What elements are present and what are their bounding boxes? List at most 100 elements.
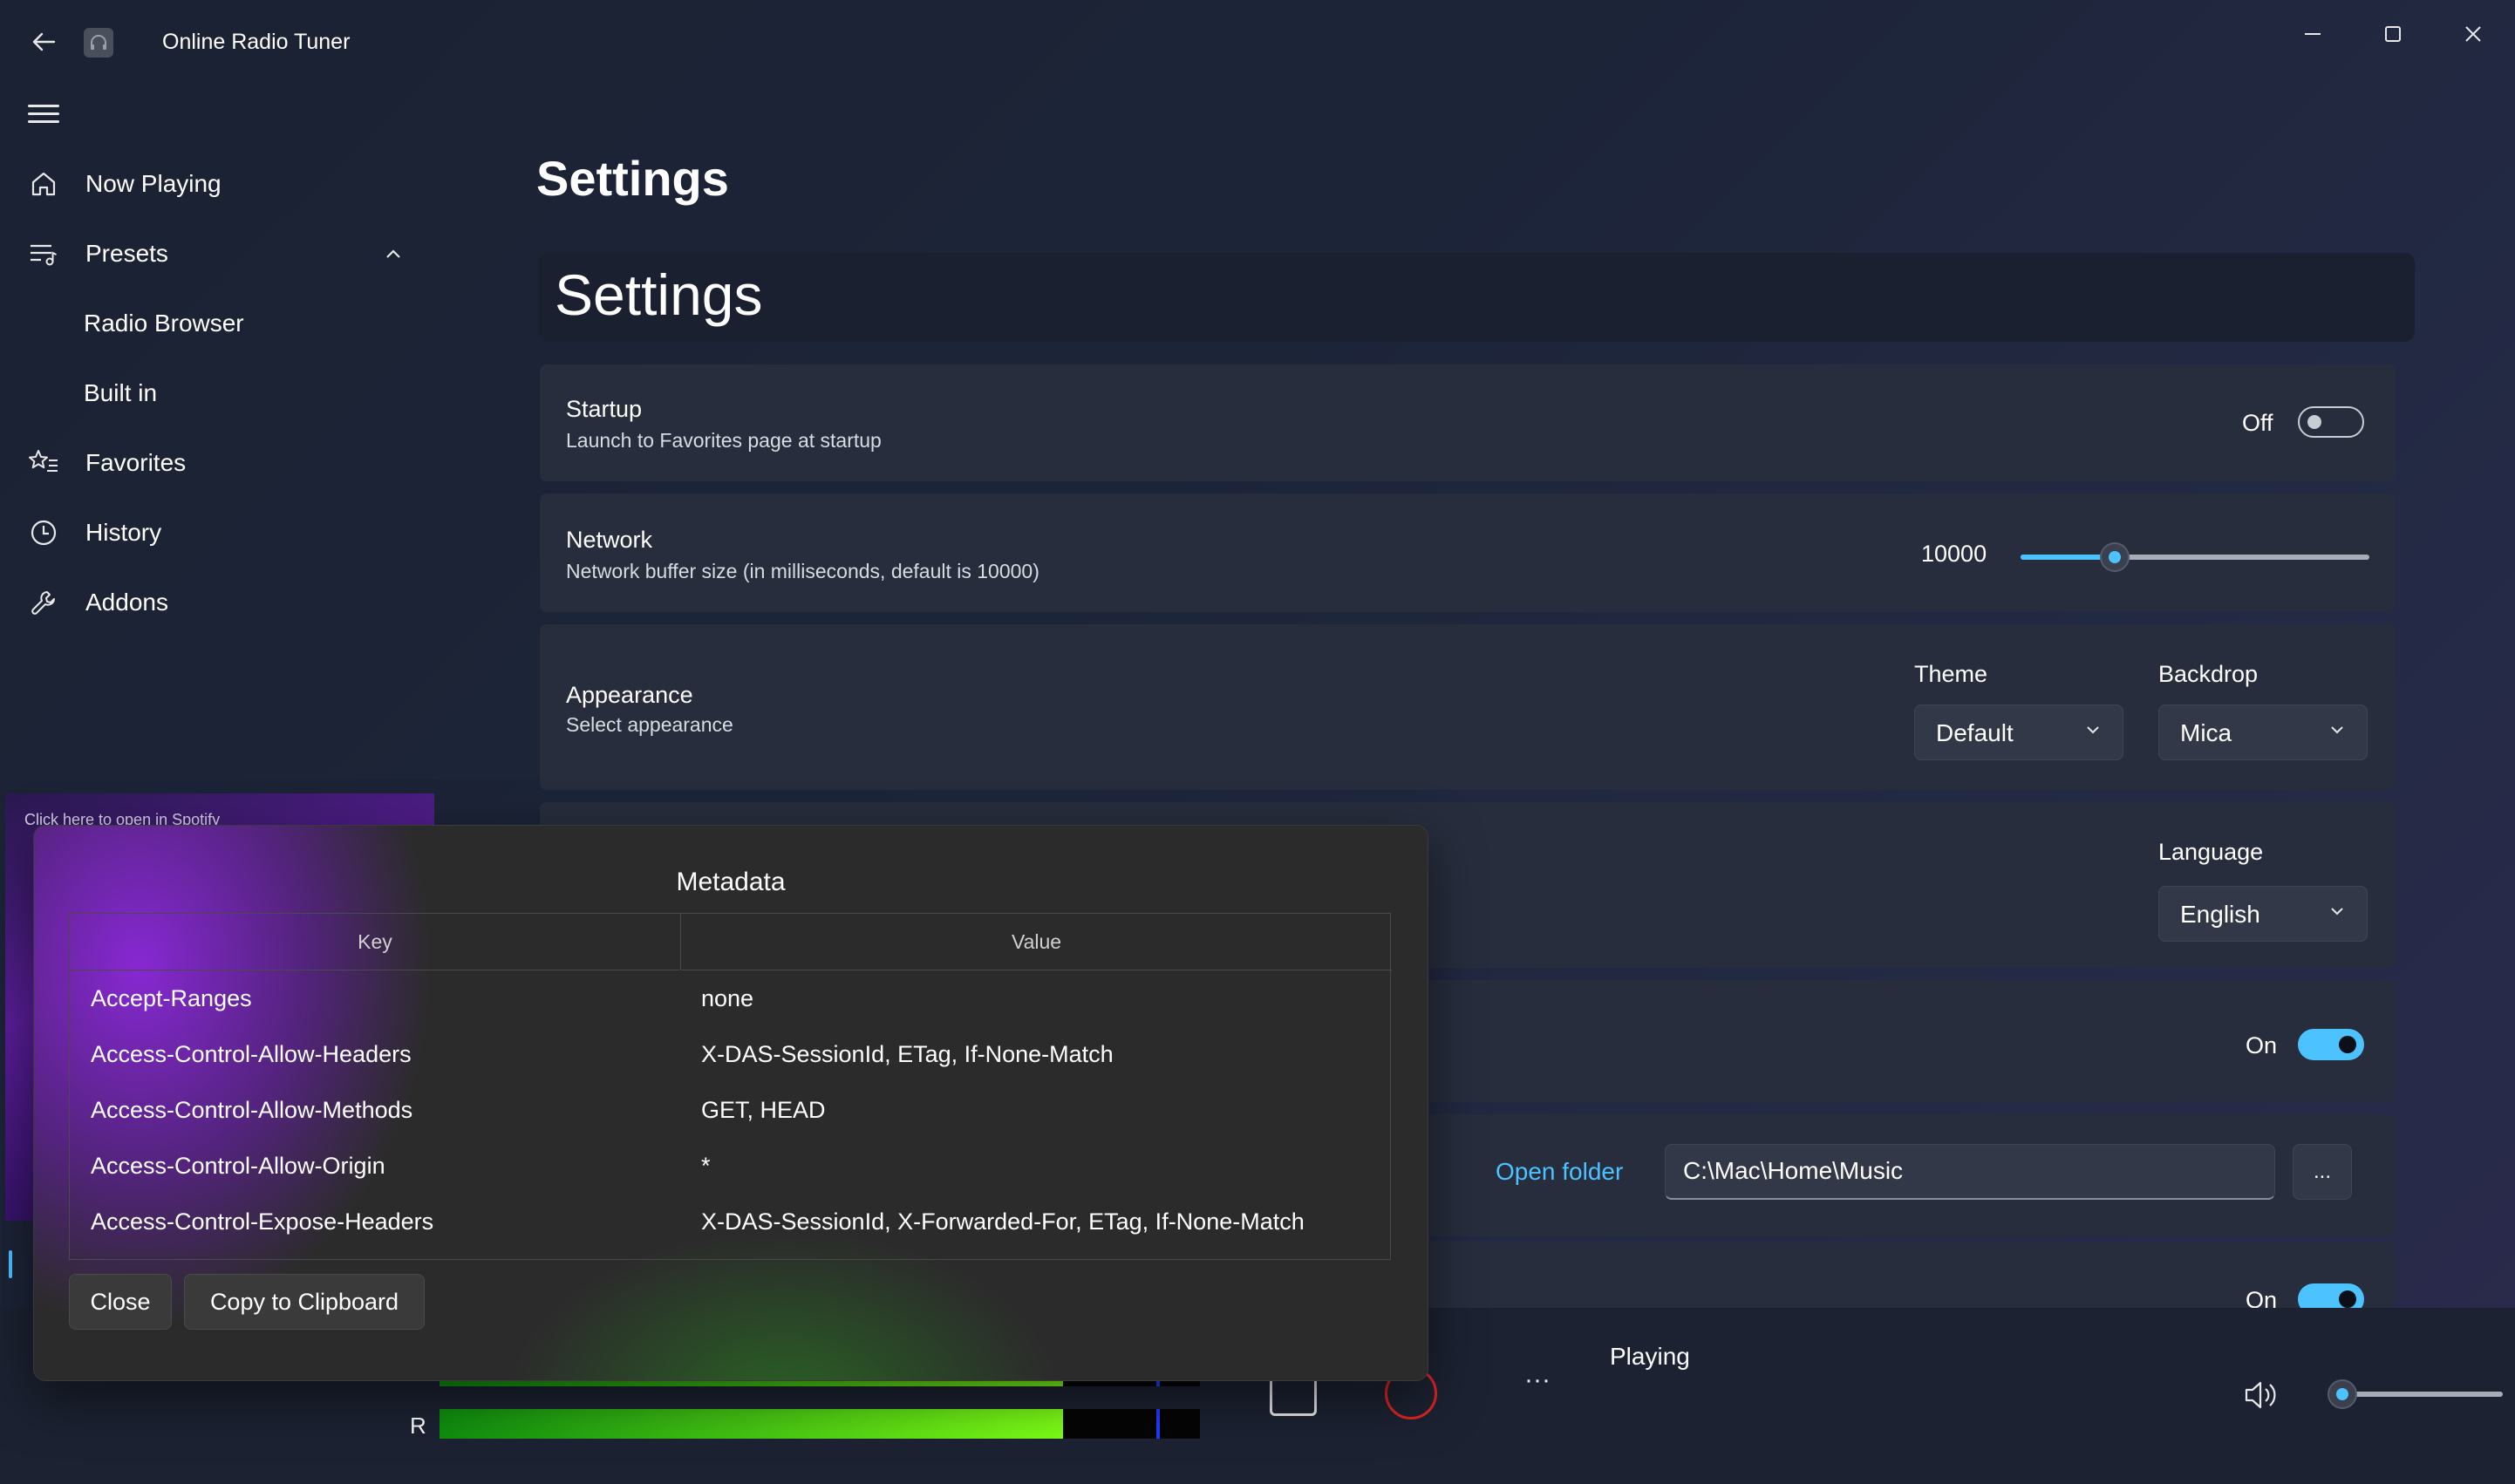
appearance-desc: Select appearance [566, 713, 733, 736]
chevron-down-icon [2087, 726, 2099, 734]
nav-label-history: History [85, 519, 162, 546]
star-list-icon [26, 446, 61, 480]
network-card: Network Network buffer size (in millisec… [540, 494, 2396, 612]
startup-toggle[interactable] [2298, 406, 2364, 438]
chevron-up-icon[interactable] [384, 246, 403, 262]
nav-label-radio-browser: Radio Browser [84, 310, 244, 337]
table-row[interactable]: Access-Control-Allow-Origin * [70, 1137, 1392, 1193]
folder-path-value: C:\Mac\Home\Music [1683, 1157, 1904, 1184]
nav-item-radio-browser[interactable]: Radio Browser [0, 293, 419, 354]
close-icon [2465, 26, 2481, 42]
row-value: X-DAS-SessionId, ETag, If-None-Match [701, 1041, 1114, 1067]
copy-to-clipboard-button[interactable]: Copy to Clipboard [184, 1274, 425, 1330]
back-button[interactable] [24, 23, 63, 61]
chevron-down-icon [2331, 908, 2343, 916]
column-header-value[interactable]: Value [681, 914, 1392, 970]
language-dropdown[interactable]: English [2158, 886, 2368, 942]
nav-item-presets[interactable]: Presets [0, 223, 419, 284]
hamburger-icon [28, 105, 59, 107]
page-title: Settings [536, 151, 729, 206]
metadata-dialog: Metadata Key Value Accept-Ranges none Ac… [33, 825, 1428, 1381]
open-folder-link[interactable]: Open folder [1496, 1158, 1623, 1186]
row-value: none [701, 985, 754, 1011]
app-title: Online Radio Tuner [162, 30, 351, 54]
row-key: Access-Control-Expose-Headers [91, 1208, 434, 1235]
appearance-card: Appearance Select appearance Theme Defau… [540, 624, 2396, 790]
minimize-button[interactable] [2285, 12, 2341, 56]
theme-value: Default [1936, 719, 2014, 746]
column-header-key[interactable]: Key [70, 914, 680, 970]
network-slider-thumb[interactable] [2100, 542, 2130, 572]
close-window-button[interactable] [2445, 12, 2501, 56]
nav-label-now-playing: Now Playing [85, 170, 222, 197]
network-desc: Network buffer size (in milliseconds, de… [566, 560, 1039, 582]
startup-card: Startup Launch to Favorites page at star… [540, 364, 2396, 481]
title-bar [0, 0, 2515, 80]
row-key: Accept-Ranges [91, 985, 252, 1011]
nav-item-now-playing[interactable]: Now Playing [0, 153, 419, 214]
setting-toggle-2[interactable] [2298, 1283, 2364, 1308]
settings-header-card [538, 253, 2415, 342]
row-key: Access-Control-Allow-Origin [91, 1153, 385, 1179]
wrench-icon [26, 585, 61, 620]
meter-right-label: R [410, 1413, 426, 1439]
maximize-button[interactable] [2365, 12, 2421, 56]
browse-folder-button[interactable]: ... [2293, 1144, 2352, 1200]
theme-dropdown[interactable]: Default [1914, 705, 2123, 760]
home-icon [26, 167, 61, 201]
row-value: GET, HEAD [701, 1097, 826, 1123]
chevron-down-icon [2331, 726, 2343, 734]
theme-label: Theme [1914, 661, 1988, 687]
row-key: Access-Control-Allow-Headers [91, 1041, 412, 1067]
clock-icon [26, 515, 61, 550]
settings-header-title: Settings [555, 262, 763, 327]
minimize-icon [2305, 33, 2321, 35]
nav-item-favorites[interactable]: Favorites [0, 432, 419, 494]
nav-item-addons[interactable]: Addons [0, 572, 419, 633]
table-row[interactable]: Access-Control-Expose-Headers X-DAS-Sess… [70, 1193, 1392, 1249]
network-buffer-value: 10000 [1921, 541, 1987, 567]
nav-label-favorites: Favorites [85, 449, 187, 476]
table-row[interactable]: Access-Control-Allow-Methods GET, HEAD [70, 1081, 1392, 1137]
nav-item-built-in[interactable]: Built in [0, 363, 419, 424]
playback-status: Playing [1610, 1343, 1690, 1370]
table-row[interactable]: Accept-Ranges none [70, 970, 1392, 1025]
appearance-title: Appearance [566, 682, 693, 708]
startup-toggle-state: Off [2242, 410, 2273, 436]
close-button[interactable]: Close [69, 1274, 172, 1330]
setting-toggle[interactable] [2298, 1029, 2364, 1060]
volume-button[interactable] [2241, 1376, 2280, 1414]
app-icon [84, 28, 113, 58]
playlist-icon [26, 236, 61, 271]
startup-title: Startup [566, 396, 643, 422]
backdrop-dropdown[interactable]: Mica [2158, 705, 2368, 760]
setting-toggle-2-state: On [2246, 1287, 2278, 1308]
metadata-table: Key Value Accept-Ranges none Access-Cont… [69, 913, 1392, 1260]
volume-slider-thumb[interactable] [2328, 1379, 2357, 1409]
maximize-icon [2385, 26, 2401, 42]
language-label: Language [2158, 839, 2264, 865]
more-options-button[interactable]: ··· [1524, 1365, 1551, 1395]
dialog-title: Metadata [676, 868, 786, 896]
backdrop-value: Mica [2180, 719, 2232, 746]
row-key: Access-Control-Allow-Methods [91, 1097, 413, 1123]
meter-right [440, 1409, 1200, 1439]
startup-desc: Launch to Favorites page at startup [566, 429, 882, 452]
arrow-left-icon [32, 32, 56, 51]
hamburger-menu-button[interactable] [28, 99, 59, 126]
table-row[interactable]: Access-Control-Allow-Headers X-DAS-Sessi… [70, 1025, 1392, 1081]
backdrop-label: Backdrop [2158, 661, 2259, 687]
nav-label-presets: Presets [85, 240, 168, 267]
speaker-icon [2245, 1381, 2276, 1409]
volume-slider-track[interactable] [2342, 1392, 2503, 1397]
nav-label-built-in: Built in [84, 379, 158, 406]
language-value: English [2180, 901, 2260, 928]
nav-selection-indicator [9, 1250, 12, 1278]
network-title: Network [566, 527, 653, 553]
row-value: X-DAS-SessionId, X-Forwarded-For, ETag, … [701, 1208, 1305, 1235]
nav-label-addons: Addons [85, 589, 168, 616]
nav-item-history[interactable]: History [0, 502, 419, 563]
row-value: * [701, 1153, 711, 1179]
headphones-icon [91, 35, 106, 50]
folder-path-input[interactable]: C:\Mac\Home\Music [1665, 1144, 2275, 1200]
